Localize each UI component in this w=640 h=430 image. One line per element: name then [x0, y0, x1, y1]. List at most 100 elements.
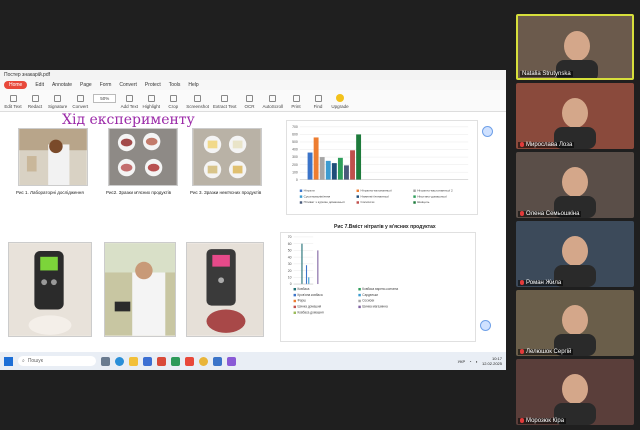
legend-label: Ковбаса домашня: [297, 311, 323, 315]
ribbon-crop-button[interactable]: Crop: [164, 95, 182, 109]
y-tick-label: 500: [292, 140, 298, 144]
chat-bubble-icon[interactable]: [480, 320, 491, 331]
participant-tile[interactable]: Natalia Strutynska: [516, 14, 634, 80]
menu-edit[interactable]: Edit: [35, 82, 44, 88]
ribbon-label: Redact: [27, 104, 43, 109]
legend-swatch: [413, 201, 416, 204]
participant-tile[interactable]: Олена Семьошкіна: [516, 152, 634, 218]
legend-label: Сушеновалів'яння: [304, 194, 331, 198]
menu-annotate[interactable]: Annotate: [52, 82, 72, 88]
ribbon-convert-button[interactable]: Convert: [71, 95, 89, 109]
legend-label: Нижневіт'япнанньої: [360, 194, 389, 198]
legend-label: Шинка домашня: [297, 305, 321, 309]
figure-3-caption: Рис 3. Зразки нем'ясних продуктів: [190, 190, 262, 195]
highlight-icon: [147, 95, 155, 102]
app-icon-4[interactable]: [227, 356, 236, 366]
legend-label: Кров'яна ковбаса: [297, 293, 322, 297]
participant-tile[interactable]: Лелюшок Сергій: [516, 290, 634, 356]
video-background-bottom: [0, 370, 506, 430]
ribbon-edit-text-button[interactable]: Edit Text: [4, 95, 22, 109]
legend-label: Сосисочи: [360, 200, 374, 204]
ribbon-print-button[interactable]: Print: [287, 95, 305, 109]
nitrate-tester-photo-1: [8, 242, 92, 337]
ribbon-upgrade-button[interactable]: Upgrade: [331, 94, 349, 109]
clock-date: 12.02.2025: [481, 361, 502, 366]
start-icon[interactable]: [4, 356, 13, 366]
participant-tile[interactable]: Роман Жила: [516, 221, 634, 287]
ribbon-add-text-button[interactable]: Add Text: [120, 95, 138, 109]
file-explorer-icon[interactable]: [129, 356, 138, 366]
extract-text-icon: [221, 95, 229, 102]
pdf-app-icon[interactable]: [185, 356, 194, 366]
non-meat-samples-photo: [192, 128, 262, 186]
screenshot-icon: [194, 95, 202, 102]
ribbon-ocr-button[interactable]: OCR: [240, 95, 258, 109]
legend-label: Сосиски: [362, 299, 374, 303]
app-icon-3[interactable]: [213, 356, 222, 366]
chrome-icon[interactable]: [199, 356, 208, 366]
mic-muted-icon: [520, 141, 524, 147]
participant-panel: Natalia Strutynska Мирослава Лоза Олена Се…: [516, 14, 634, 428]
menu-help[interactable]: Help: [188, 82, 198, 88]
participant-tile[interactable]: Мирослава Лоза: [516, 83, 634, 149]
find-icon: [314, 95, 322, 102]
pdf-file-title: Постер знакарій.pdf: [4, 72, 50, 78]
menu-page[interactable]: Page: [80, 82, 92, 88]
y-tick-label: 400: [292, 148, 298, 152]
legend-label: Нікотино-домашньої: [417, 194, 447, 198]
zoom-level[interactable]: 50%: [93, 94, 117, 103]
ribbon-find-button[interactable]: Find: [309, 95, 327, 109]
windows-taskbar: ⌕ Пошук УКР ◔ ◖ 10:17 12.02.2025: [0, 352, 506, 370]
ribbon-extract-text-button[interactable]: Extract Text: [213, 95, 236, 109]
app-icon-2[interactable]: [171, 356, 180, 366]
video-background-top: [0, 0, 506, 70]
legend-swatch: [358, 299, 361, 303]
participant-name: Морозюк Кіра: [518, 417, 567, 424]
ribbon-signature-button[interactable]: Signature: [48, 95, 67, 109]
ribbon-redact-button[interactable]: Redact: [26, 95, 44, 109]
language-indicator[interactable]: УКР: [458, 359, 466, 364]
assistant-icon[interactable]: [482, 126, 493, 137]
ribbon-screenshot-button[interactable]: Screenshot: [186, 95, 209, 109]
participant-tile[interactable]: Морозюк Кіра: [516, 359, 634, 425]
ribbon-label: Edit Text: [4, 104, 22, 109]
participant-name-text: Мирослава Лоза: [526, 142, 573, 148]
legend-swatch: [293, 305, 297, 309]
ribbon-autoscroll-button[interactable]: AutoScroll: [262, 95, 283, 109]
menu-home[interactable]: Home: [4, 81, 28, 89]
menu-convert[interactable]: Convert: [119, 82, 137, 88]
nitrates-chart-2: 0 10 20 30 40 50 60 70 Ковбаса Ковбаса варено-коп…: [280, 232, 476, 342]
pdf-menubar: Home Edit Annotate Page Form Convert Protect To…: [0, 80, 506, 90]
crop-icon: [169, 95, 177, 102]
upgrade-icon: [336, 94, 344, 102]
participant-video: [554, 305, 596, 356]
y-tick-label: 20: [288, 269, 292, 273]
legend-label: Нітратно-ватонанньої: [360, 188, 391, 192]
clock[interactable]: 10:17 12.02.2025: [482, 356, 502, 366]
participant-name-text: Natalia Strutynska: [522, 71, 571, 77]
mic-muted-icon: [520, 210, 524, 216]
mic-muted-icon: [520, 279, 524, 285]
bar: [350, 150, 355, 180]
menu-form[interactable]: Form: [100, 82, 112, 88]
ribbon-label: AutoScroll: [262, 104, 283, 109]
mic-muted-icon: [520, 417, 524, 423]
search-icon: ⌕: [22, 358, 25, 364]
ribbon-highlight-button[interactable]: Highlight: [142, 95, 160, 109]
bar: [301, 243, 303, 285]
edge-icon[interactable]: [115, 356, 124, 366]
wifi-icon[interactable]: ◔: [469, 359, 471, 364]
pdf-titlebar: Постер знакарій.pdf: [0, 70, 506, 80]
store-icon[interactable]: [143, 356, 152, 366]
legend-swatch: [293, 299, 297, 303]
shared-screen: Постер знакарій.pdf Home Edit Annotate Page…: [0, 70, 506, 370]
taskbar-search[interactable]: ⌕ Пошук: [18, 356, 96, 366]
ocr-icon: [245, 95, 253, 102]
menu-protect[interactable]: Protect: [145, 82, 161, 88]
menu-tools[interactable]: Tools: [169, 82, 181, 88]
legend-label: Нітратно-вастонанньої 2: [417, 188, 453, 192]
lab-photo: [18, 128, 88, 186]
app-icon-1[interactable]: [157, 356, 166, 366]
task-view-icon[interactable]: [101, 356, 110, 366]
volume-icon[interactable]: ◖: [476, 359, 478, 364]
